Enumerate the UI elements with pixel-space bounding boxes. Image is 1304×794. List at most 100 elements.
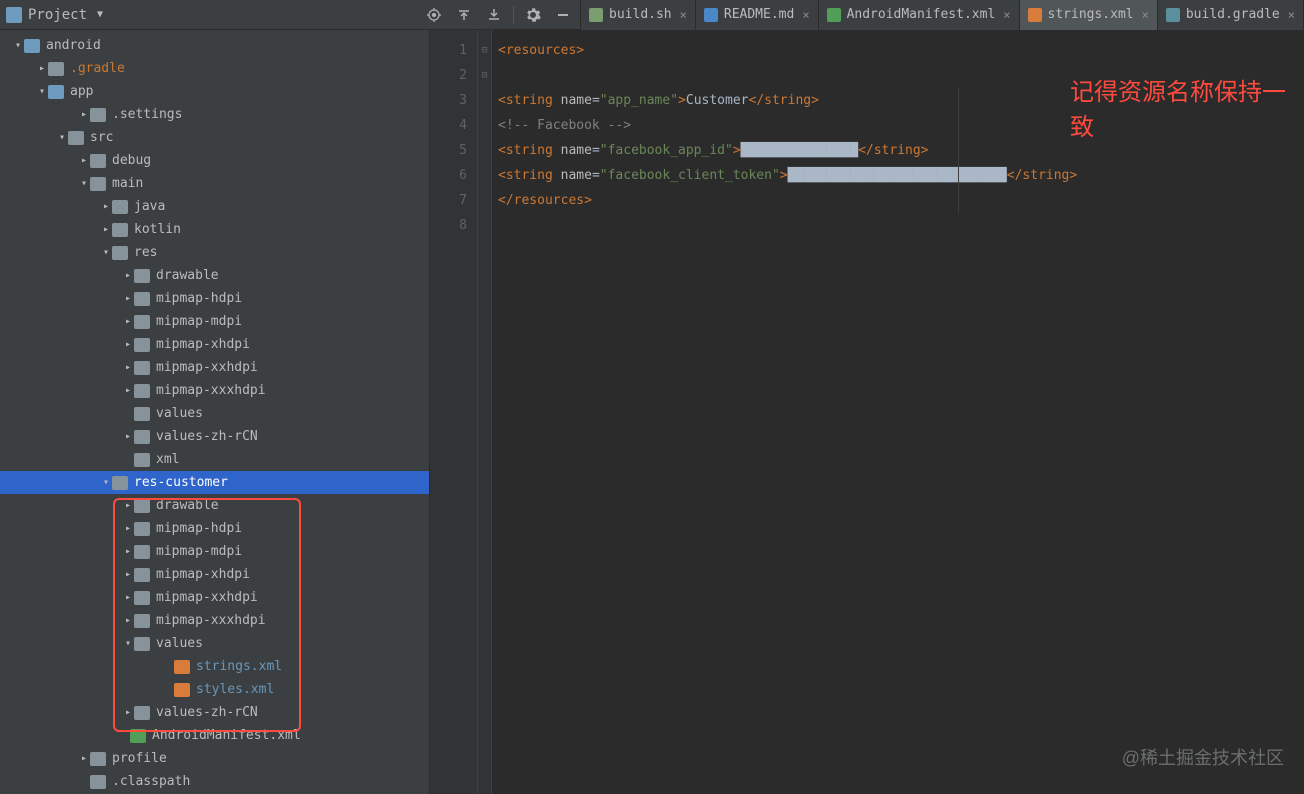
tree-arrow-icon[interactable]: ▾ xyxy=(100,247,112,258)
tree-arrow-icon[interactable]: ▸ xyxy=(122,339,134,350)
tab-label: README.md xyxy=(724,7,794,22)
tree-node-xml[interactable]: ▸xml xyxy=(0,448,429,471)
tree-node-mipmap-mdpi[interactable]: ▸mipmap-mdpi xyxy=(0,540,429,563)
tree-node-drawable[interactable]: ▸drawable xyxy=(0,494,429,517)
tree-node-java[interactable]: ▸java xyxy=(0,195,429,218)
close-icon[interactable]: × xyxy=(1288,8,1295,22)
tree-node-kotlin[interactable]: ▸kotlin xyxy=(0,218,429,241)
tree-arrow-icon[interactable]: ▸ xyxy=(122,316,134,327)
tree-arrow-icon[interactable]: ▸ xyxy=(122,385,134,396)
close-icon[interactable]: × xyxy=(1003,8,1010,22)
tree-node--gradle[interactable]: ▸.gradle xyxy=(0,57,429,80)
tree-node-mipmap-xxxhdpi[interactable]: ▸mipmap-xxxhdpi xyxy=(0,609,429,632)
tab-strings-xml[interactable]: strings.xml× xyxy=(1020,0,1158,30)
tree-arrow-icon[interactable]: ▾ xyxy=(12,40,24,51)
tab-build-gradle[interactable]: build.gradle× xyxy=(1158,0,1304,30)
tree-node-mipmap-xxhdpi[interactable]: ▸ mipmap-xxhdpi xyxy=(0,586,429,609)
tree-arrow-icon[interactable]: ▸ xyxy=(100,224,112,235)
tree-node-values-zh-rCN[interactable]: ▸values-zh-rCN xyxy=(0,701,429,724)
target-icon[interactable] xyxy=(423,4,445,26)
tree-node-values[interactable]: ▸values xyxy=(0,402,429,425)
tree-node-app[interactable]: ▾app xyxy=(0,80,429,103)
tree-node-profile[interactable]: ▸profile xyxy=(0,747,429,770)
tab-README-md[interactable]: README.md × xyxy=(696,0,819,30)
tree-arrow-icon[interactable]: ▾ xyxy=(36,86,48,97)
tree-label: xml xyxy=(156,452,179,467)
tree-label: .settings xyxy=(112,107,182,122)
tree-node-styles-xml[interactable]: ▸styles.xml xyxy=(0,678,429,701)
tree-arrow-icon[interactable]: ▸ xyxy=(122,592,134,603)
collapse-icon[interactable] xyxy=(483,4,505,26)
tree-node-android[interactable]: ▾android xyxy=(0,34,429,57)
tree-node-drawable[interactable]: ▸drawable xyxy=(0,264,429,287)
project-tree[interactable]: ▾android▸.gradle▾app ▸ .settings ▾src▸debug… xyxy=(0,30,429,793)
tree-node-mipmap-xxhdpi[interactable]: ▸mipmap-xxhdpi xyxy=(0,356,429,379)
tab-build-sh[interactable]: build.sh× xyxy=(581,0,696,30)
close-icon[interactable]: × xyxy=(680,8,687,22)
tree-node-res[interactable]: ▾res xyxy=(0,241,429,264)
tree-node-AndroidManifest-xml[interactable]: ▸AndroidManifest.xml xyxy=(0,724,429,747)
tree-node-mipmap-hdpi[interactable]: ▸mipmap-hdpi xyxy=(0,517,429,540)
project-selector[interactable]: Project ▼ xyxy=(0,7,103,23)
folder-icon xyxy=(134,292,150,306)
file-icon xyxy=(1166,8,1180,22)
close-icon[interactable]: × xyxy=(1142,8,1149,22)
tree-node-values-zh-rCN[interactable]: ▸ values-zh-rCN xyxy=(0,425,429,448)
folder-icon xyxy=(90,154,106,168)
folder-icon xyxy=(134,453,150,467)
tree-arrow-icon[interactable]: ▸ xyxy=(78,109,90,120)
tree-arrow-icon[interactable]: ▸ xyxy=(122,362,134,373)
code-area[interactable]: <resources> <string name="app_name">Cust… xyxy=(492,30,1304,794)
tree-arrow-icon[interactable]: ▸ xyxy=(36,63,48,74)
annotation-text: 记得资源名称保持一致 xyxy=(1070,72,1304,142)
folder-icon xyxy=(134,614,150,628)
fold-stripe[interactable]: ⊟⊟ xyxy=(478,30,492,794)
tree-arrow-icon[interactable]: ▸ xyxy=(78,155,90,166)
tree-node-mipmap-hdpi[interactable]: ▸ mipmap-hdpi xyxy=(0,287,429,310)
tree-node-mipmap-mdpi[interactable]: ▸mipmap-mdpi xyxy=(0,310,429,333)
tree-node-values[interactable]: ▾values xyxy=(0,632,429,655)
tree-arrow-icon[interactable]: ▸ xyxy=(78,753,90,764)
tree-arrow-icon[interactable]: ▸ xyxy=(122,500,134,511)
tree-arrow-icon[interactable]: ▸ xyxy=(122,431,134,442)
tree-node-src[interactable]: ▾src xyxy=(0,126,429,149)
gear-icon[interactable] xyxy=(522,4,544,26)
tree-node-strings-xml[interactable]: ▸strings.xml xyxy=(0,655,429,678)
tree-node-res-customer[interactable]: ▾res-customer xyxy=(0,471,429,494)
code-editor[interactable]: 12345678 ⊟⊟ <resources> <string name="ap… xyxy=(430,30,1304,794)
tree-arrow-icon[interactable]: ▸ xyxy=(122,270,134,281)
line-number: 1 xyxy=(430,38,467,63)
minimize-icon[interactable] xyxy=(552,4,574,26)
expand-icon[interactable] xyxy=(453,4,475,26)
tree-arrow-icon[interactable]: ▸ xyxy=(122,569,134,580)
tree-label: mipmap-xxhdpi xyxy=(156,590,258,605)
tree-arrow-icon[interactable]: ▾ xyxy=(122,638,134,649)
tree-arrow-icon[interactable]: ▸ xyxy=(100,201,112,212)
tree-arrow-icon[interactable]: ▸ xyxy=(122,523,134,534)
tree-node--classpath[interactable]: ▸.classpath xyxy=(0,770,429,793)
folder-icon xyxy=(68,131,84,145)
tree-label: AndroidManifest.xml xyxy=(152,728,301,743)
tree-arrow-icon[interactable]: ▸ xyxy=(122,707,134,718)
tree-arrow-icon[interactable]: ▾ xyxy=(56,132,68,143)
tree-node-mipmap-xhdpi[interactable]: ▸mipmap-xhdpi xyxy=(0,563,429,586)
tree-node-mipmap-xxxhdpi[interactable]: ▸mipmap-xxxhdpi xyxy=(0,379,429,402)
tree-node-debug[interactable]: ▸debug xyxy=(0,149,429,172)
line-number: 3 xyxy=(430,88,467,113)
tree-arrow-icon[interactable]: ▾ xyxy=(78,178,90,189)
tree-label: values-zh-rCN xyxy=(156,429,258,444)
tree-label: mipmap-hdpi xyxy=(156,291,242,306)
tree-node-main[interactable]: ▾main xyxy=(0,172,429,195)
folder-icon xyxy=(134,407,150,421)
tree-node-mipmap-xhdpi[interactable]: ▸ mipmap-xhdpi xyxy=(0,333,429,356)
tree-arrow-icon[interactable]: ▾ xyxy=(100,477,112,488)
tree-arrow-icon[interactable]: ▸ xyxy=(122,546,134,557)
watermark: @稀土掘金技术社区 xyxy=(1122,744,1284,770)
tree-arrow-icon[interactable]: ▸ xyxy=(122,615,134,626)
tree-arrow-icon[interactable]: ▸ xyxy=(122,293,134,304)
tree-node--settings[interactable]: ▸ .settings xyxy=(0,103,429,126)
tab-AndroidManifest-xml[interactable]: AndroidManifest.xml× xyxy=(819,0,1020,30)
tree-label: mipmap-xhdpi xyxy=(156,337,250,352)
close-icon[interactable]: × xyxy=(802,8,809,22)
folder-icon xyxy=(112,246,128,260)
